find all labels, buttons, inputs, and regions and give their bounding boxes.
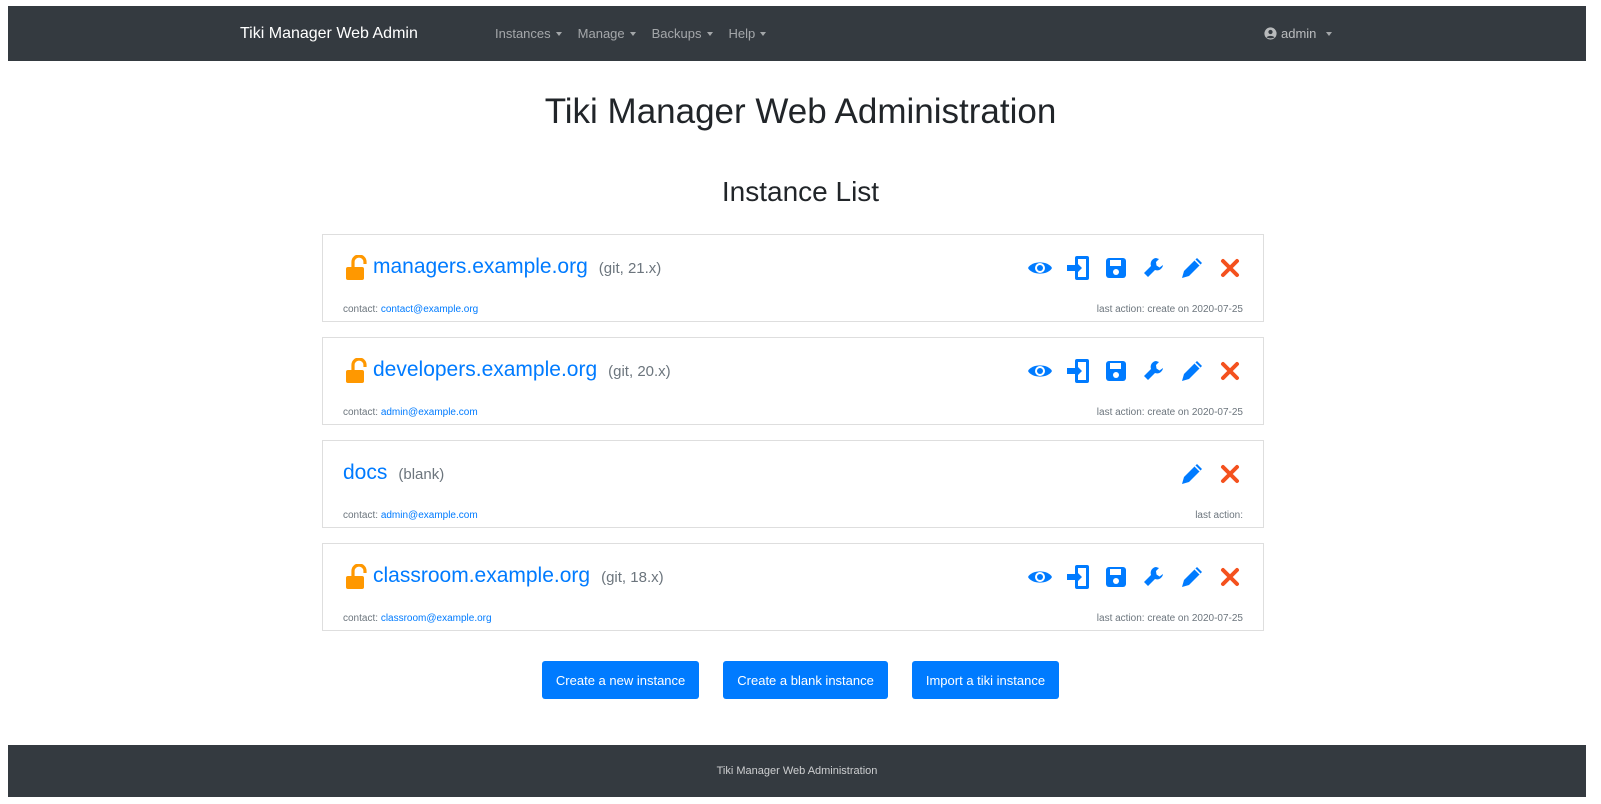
- wrench-icon[interactable]: [1141, 255, 1167, 281]
- instance-contact: contact: classroom@example.org: [343, 613, 492, 624]
- caret-down-icon: [760, 31, 767, 36]
- contact-label: contact:: [343, 304, 379, 315]
- edit-pencil-icon[interactable]: [1179, 461, 1205, 487]
- caret-down-icon: [1326, 31, 1333, 36]
- instance-name-link[interactable]: managers.example.org: [373, 255, 588, 279]
- view-icon[interactable]: [1027, 358, 1053, 384]
- instance-contact: contact: contact@example.org: [343, 304, 478, 315]
- import-tiki-instance-button[interactable]: Import a tiki instance: [911, 661, 1060, 699]
- edit-pencil-icon[interactable]: [1179, 358, 1205, 384]
- user-menu[interactable]: admin: [1264, 26, 1333, 41]
- instance-meta: (git, 20.x): [608, 363, 671, 380]
- view-icon[interactable]: [1027, 255, 1053, 281]
- contact-email-link[interactable]: classroom@example.org: [381, 613, 492, 624]
- nav-item-label: Help: [728, 26, 756, 41]
- login-icon[interactable]: [1065, 564, 1091, 590]
- action-buttons: Create a new instance Create a blank ins…: [0, 661, 1601, 699]
- create-new-instance-button[interactable]: Create a new instance: [541, 661, 700, 699]
- wrench-icon[interactable]: [1141, 358, 1167, 384]
- nav-item-instances[interactable]: Instances: [495, 26, 562, 41]
- login-icon[interactable]: [1065, 255, 1091, 281]
- delete-x-icon[interactable]: [1217, 461, 1243, 487]
- nav-item-help[interactable]: Help: [729, 26, 767, 41]
- contact-email-link[interactable]: admin@example.com: [381, 407, 478, 418]
- unlock-icon: [343, 563, 369, 590]
- instance-card: classroom.example.org (git, 18.x) contac…: [322, 543, 1264, 631]
- instance-actions: [1027, 255, 1243, 281]
- unlock-icon: [343, 254, 369, 281]
- instance-card: docs (blank) contact: admin@example.com …: [322, 440, 1264, 528]
- nav-item-label: Manage: [577, 26, 625, 41]
- instance-card: developers.example.org (git, 20.x) conta…: [322, 337, 1264, 425]
- instance-title-row: developers.example.org (git, 20.x): [343, 357, 671, 384]
- nav-item-label: Instances: [495, 26, 551, 41]
- instance-last-action: last action: create on 2020-07-25: [1096, 407, 1243, 418]
- edit-pencil-icon[interactable]: [1179, 564, 1205, 590]
- caret-down-icon: [555, 31, 562, 36]
- instance-actions: [1027, 358, 1243, 384]
- user-name: admin: [1281, 26, 1317, 41]
- footer-text: Tiki Manager Web Administration: [716, 765, 878, 777]
- view-icon[interactable]: [1027, 564, 1053, 590]
- section-title: Instance List: [721, 176, 880, 207]
- page-title: Tiki Manager Web Administration: [544, 92, 1057, 131]
- contact-label: contact:: [343, 510, 379, 521]
- instance-meta: (git, 21.x): [598, 260, 662, 277]
- contact-label: contact:: [343, 613, 379, 624]
- instance-meta: (blank): [398, 466, 445, 483]
- create-blank-instance-button[interactable]: Create a blank instance: [723, 661, 888, 699]
- footer: Tiki Manager Web Administration: [8, 745, 1586, 797]
- instance-title-row: classroom.example.org (git, 18.x): [343, 563, 664, 590]
- contact-label: contact:: [343, 407, 379, 418]
- delete-x-icon[interactable]: [1217, 564, 1243, 590]
- instance-name-link[interactable]: classroom.example.org: [373, 564, 590, 588]
- nav-item-manage[interactable]: Manage: [578, 26, 636, 41]
- caret-down-icon: [706, 31, 713, 36]
- wrench-icon[interactable]: [1141, 564, 1167, 590]
- instance-title-row: docs (blank): [343, 461, 444, 485]
- delete-x-icon[interactable]: [1217, 358, 1243, 384]
- instance-last-action: last action: create on 2020-07-25: [1096, 613, 1243, 624]
- instance-actions: [1027, 564, 1243, 590]
- caret-down-icon: [629, 31, 636, 36]
- backup-save-icon[interactable]: [1103, 564, 1129, 590]
- delete-x-icon[interactable]: [1217, 255, 1243, 281]
- edit-pencil-icon[interactable]: [1179, 255, 1205, 281]
- backup-save-icon[interactable]: [1103, 358, 1129, 384]
- nav-item-label: Backups: [651, 26, 702, 41]
- instance-last-action: last action:: [1195, 510, 1243, 521]
- instance-name-link[interactable]: docs: [343, 461, 387, 485]
- nav-item-backups[interactable]: Backups: [652, 26, 713, 41]
- instance-meta: (git, 18.x): [601, 569, 664, 586]
- instance-last-action: last action: create on 2020-07-25: [1096, 304, 1243, 315]
- nav-menu: Instances Manage Backups Help: [495, 26, 767, 41]
- instance-contact: contact: admin@example.com: [343, 510, 478, 521]
- instance-contact: contact: admin@example.com: [343, 407, 478, 418]
- contact-email-link[interactable]: contact@example.org: [381, 304, 478, 315]
- instance-name-link[interactable]: developers.example.org: [373, 358, 597, 382]
- contact-email-link[interactable]: admin@example.com: [381, 510, 478, 521]
- unlock-icon: [343, 357, 369, 384]
- login-icon[interactable]: [1065, 358, 1091, 384]
- backup-save-icon[interactable]: [1103, 255, 1129, 281]
- top-navbar: Tiki Manager Web Admin Instances Manage …: [8, 6, 1586, 61]
- instance-card: managers.example.org (git, 21.x) contact…: [322, 234, 1264, 322]
- instance-title-row: managers.example.org (git, 21.x): [343, 254, 662, 281]
- user-circle-icon: [1264, 27, 1277, 40]
- navbar-brand[interactable]: Tiki Manager Web Admin: [240, 25, 418, 43]
- instance-actions: [1179, 461, 1243, 487]
